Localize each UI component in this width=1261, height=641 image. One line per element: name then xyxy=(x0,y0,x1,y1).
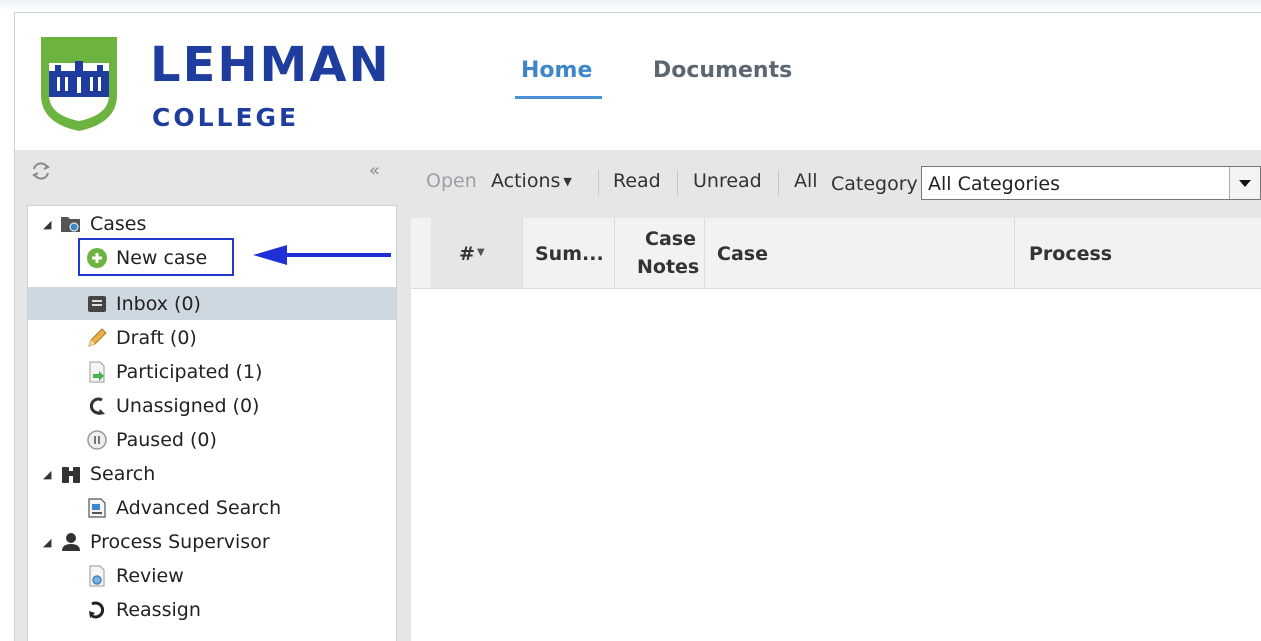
document-magnifier-icon xyxy=(89,565,105,587)
tree-label: Unassigned (0) xyxy=(116,395,260,417)
tab-home[interactable]: Home xyxy=(521,60,592,82)
document-arrow-icon xyxy=(89,361,105,383)
tab-documents[interactable]: Documents xyxy=(653,60,792,82)
selected-row-highlight xyxy=(28,287,396,320)
inbox-icon xyxy=(88,296,106,312)
chevron-down-icon xyxy=(1239,180,1251,187)
category-label: Category xyxy=(831,173,918,195)
sidebar: « ◢ Cases New case Inbox (0) Draft (0) P… xyxy=(15,150,401,641)
tree-label: Draft (0) xyxy=(116,327,197,349)
binoculars-icon xyxy=(62,467,80,483)
document-search-icon xyxy=(88,498,106,518)
lehman-college-logo xyxy=(41,37,117,131)
refresh-icon[interactable] xyxy=(30,160,52,182)
all-filter-button[interactable]: All xyxy=(794,172,818,191)
column-header-case-notes[interactable]: Case Notes xyxy=(615,218,705,288)
case-tree: ◢ Cases New case Inbox (0) Draft (0) Par… xyxy=(27,205,397,641)
category-select-value: All Categories xyxy=(928,173,1061,195)
column-header-process[interactable]: Process xyxy=(1015,218,1261,288)
brand-subtitle: COLLEGE xyxy=(152,103,300,132)
toolbar-divider xyxy=(677,170,678,196)
tree-label: Participated (1) xyxy=(116,361,263,383)
pause-circle-icon xyxy=(87,430,107,450)
folder-search-icon xyxy=(61,217,80,232)
tree-label: Process Supervisor xyxy=(90,531,270,553)
pencil-icon xyxy=(88,328,107,347)
caret-down-icon: ▼ xyxy=(477,247,485,258)
tree-label: Advanced Search xyxy=(116,497,282,519)
actions-menu-button[interactable]: Actions ▼ xyxy=(491,172,572,191)
collapse-sidebar-icon[interactable]: « xyxy=(369,162,380,180)
read-filter-button[interactable]: Read xyxy=(613,172,661,191)
column-header-case[interactable]: Case xyxy=(705,218,1015,288)
sidebar-toolbar: « xyxy=(15,150,401,205)
top-shadow xyxy=(0,0,1261,12)
case-toolbar: Open Actions ▼ Read Unread All Category A… xyxy=(411,150,1261,218)
caret-down-icon: ▼ xyxy=(563,175,572,188)
toolbar-divider xyxy=(778,170,779,196)
brand-name: LEHMAN xyxy=(150,37,391,93)
expand-triangle-icon[interactable]: ◢ xyxy=(43,218,51,231)
tree-label: Cases xyxy=(90,213,147,235)
column-header-number[interactable]: # ▼ xyxy=(431,218,523,288)
expand-triangle-icon[interactable]: ◢ xyxy=(43,536,51,549)
actions-label: Actions xyxy=(491,170,561,192)
grid-header: # ▼ Sum... Case Notes Case Process xyxy=(411,218,1261,289)
tab-home-underline xyxy=(515,96,602,99)
column-header-summary[interactable]: Sum... xyxy=(523,218,615,288)
grid-body xyxy=(411,289,1261,641)
user-icon xyxy=(62,533,80,551)
refresh-arrow-icon xyxy=(89,397,105,415)
toolbar-divider xyxy=(598,170,599,196)
callout-arrow-icon xyxy=(253,245,391,265)
unread-filter-button[interactable]: Unread xyxy=(693,172,762,191)
tree-label: Inbox (0) xyxy=(116,293,201,315)
header: LEHMAN COLLEGE Home Documents xyxy=(15,13,1261,150)
dropdown-button[interactable] xyxy=(1229,167,1260,199)
new-case-highlight-box xyxy=(78,238,234,276)
main-panel: Open Actions ▼ Read Unread All Category A… xyxy=(401,150,1261,641)
open-button[interactable]: Open xyxy=(426,172,477,191)
expand-triangle-icon[interactable]: ◢ xyxy=(43,468,51,481)
category-select[interactable]: All Categories xyxy=(921,166,1261,200)
tree-label: Paused (0) xyxy=(116,429,217,451)
app-window: LEHMAN COLLEGE Home Documents « ◢ Cases … xyxy=(14,12,1261,641)
reassign-arrow-icon xyxy=(89,601,105,619)
tree-label: Search xyxy=(90,463,156,485)
tree-label: Review xyxy=(116,565,184,587)
tree-label: Reassign xyxy=(116,599,201,621)
